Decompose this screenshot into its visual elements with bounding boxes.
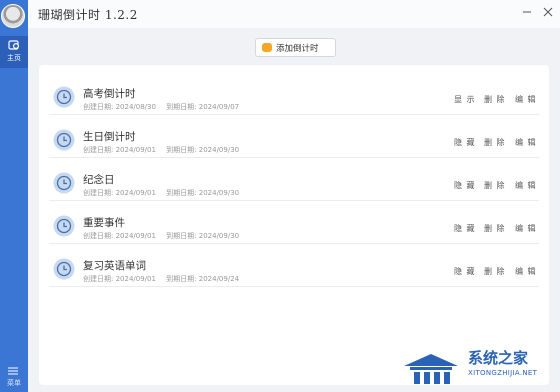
countdown-list: 高考倒计时 创建日期: 2024/08/30 到期日期: 2024/09/07 … bbox=[39, 65, 549, 385]
created-date: 创建日期: 2024/09/01 bbox=[83, 275, 156, 283]
minimize-icon[interactable] bbox=[520, 4, 534, 20]
countdown-name: 复习英语单词 bbox=[83, 260, 146, 272]
list-item: 纪念日 创建日期: 2024/09/01 到期日期: 2024/09/30 隐 … bbox=[49, 159, 539, 201]
due-date: 到期日期: 2024/09/24 bbox=[166, 275, 240, 283]
clock-icon bbox=[53, 129, 75, 151]
clock-icon bbox=[53, 215, 75, 237]
hide-button[interactable]: 隐 藏 bbox=[454, 266, 476, 277]
list-item: 生日倒计时 创建日期: 2024/09/01 到期日期: 2024/09/30 … bbox=[49, 116, 539, 158]
sidebar-item-label: 主页 bbox=[7, 54, 21, 62]
show-button[interactable]: 显 示 bbox=[454, 94, 476, 105]
edit-button[interactable]: 编 辑 bbox=[515, 137, 537, 148]
delete-button[interactable]: 删 除 bbox=[484, 266, 506, 277]
home-icon bbox=[8, 40, 20, 50]
created-date: 创建日期: 2024/09/01 bbox=[83, 146, 156, 154]
sidebar: 主页 菜单 bbox=[0, 0, 28, 392]
countdown-dates: 创建日期: 2024/08/30 到期日期: 2024/09/07 bbox=[83, 102, 247, 112]
list-item: 重要事件 创建日期: 2024/09/01 到期日期: 2024/09/30 隐… bbox=[49, 202, 539, 244]
close-icon[interactable] bbox=[541, 4, 555, 20]
created-date: 创建日期: 2024/09/01 bbox=[83, 232, 156, 240]
watermark-title: 系统之家 bbox=[468, 349, 529, 367]
countdown-dates: 创建日期: 2024/09/01 到期日期: 2024/09/24 bbox=[83, 274, 247, 284]
add-countdown-label: 添加倒计时 bbox=[276, 44, 319, 54]
countdown-name: 纪念日 bbox=[83, 174, 115, 186]
due-date: 到期日期: 2024/09/30 bbox=[166, 232, 240, 240]
due-date: 到期日期: 2024/09/30 bbox=[166, 146, 240, 154]
clock-icon bbox=[53, 86, 75, 108]
hide-button[interactable]: 隐 藏 bbox=[454, 137, 476, 148]
sidebar-item-label: 菜单 bbox=[7, 379, 21, 387]
add-countdown-button[interactable]: 添加倒计时 bbox=[255, 38, 336, 57]
countdown-name: 生日倒计时 bbox=[83, 131, 136, 143]
countdown-dates: 创建日期: 2024/09/01 到期日期: 2024/09/30 bbox=[83, 231, 247, 241]
edit-button[interactable]: 编 辑 bbox=[515, 180, 537, 191]
menu-icon bbox=[8, 367, 18, 375]
countdown-dates: 创建日期: 2024/09/01 到期日期: 2024/09/30 bbox=[83, 188, 247, 198]
delete-button[interactable]: 删 除 bbox=[484, 180, 506, 191]
sidebar-item-menu[interactable]: 菜单 bbox=[0, 364, 28, 390]
due-date: 到期日期: 2024/09/30 bbox=[166, 189, 240, 197]
app-title: 珊瑚倒计时 1.2.2 bbox=[38, 8, 138, 22]
countdown-name: 重要事件 bbox=[83, 217, 125, 229]
hide-button[interactable]: 隐 藏 bbox=[454, 180, 476, 191]
avatar[interactable] bbox=[1, 4, 25, 28]
watermark-logo-icon bbox=[404, 354, 458, 384]
add-icon bbox=[262, 43, 272, 52]
due-date: 到期日期: 2024/09/07 bbox=[166, 103, 240, 111]
title-bar: 珊瑚倒计时 1.2.2 bbox=[28, 0, 560, 28]
delete-button[interactable]: 删 除 bbox=[484, 223, 506, 234]
edit-button[interactable]: 编 辑 bbox=[515, 266, 537, 277]
countdown-dates: 创建日期: 2024/09/01 到期日期: 2024/09/30 bbox=[83, 145, 247, 155]
clock-icon bbox=[53, 258, 75, 280]
watermark: 系统之家 XITONGZHIJIA.NET bbox=[398, 344, 560, 392]
created-date: 创建日期: 2024/08/30 bbox=[83, 103, 156, 111]
edit-button[interactable]: 编 辑 bbox=[515, 223, 537, 234]
list-item: 高考倒计时 创建日期: 2024/08/30 到期日期: 2024/09/07 … bbox=[49, 73, 539, 115]
delete-button[interactable]: 删 除 bbox=[484, 137, 506, 148]
watermark-url: XITONGZHIJIA.NET bbox=[468, 369, 538, 377]
clock-icon bbox=[53, 172, 75, 194]
edit-button[interactable]: 编 辑 bbox=[515, 94, 537, 105]
created-date: 创建日期: 2024/09/01 bbox=[83, 189, 156, 197]
sidebar-item-home[interactable]: 主页 bbox=[0, 36, 28, 68]
list-item: 复习英语单词 创建日期: 2024/09/01 到期日期: 2024/09/24… bbox=[49, 245, 539, 287]
hide-button[interactable]: 隐 藏 bbox=[454, 223, 476, 234]
countdown-name: 高考倒计时 bbox=[83, 88, 136, 100]
delete-button[interactable]: 删 除 bbox=[484, 94, 506, 105]
